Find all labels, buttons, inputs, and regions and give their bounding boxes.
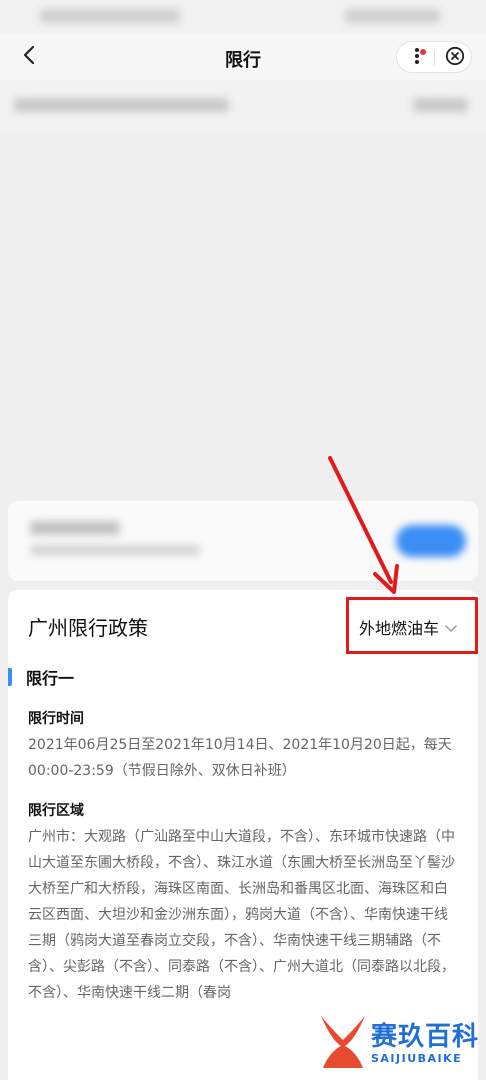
area-text: 广州市：大观路（广汕路至中山大道段，不含）、东环城市快速路（中山大道至东圃大桥段… — [28, 829, 455, 1001]
status-bar-right-blurred — [345, 9, 440, 23]
watermark: 赛玖百科 SAIJIUBAIKE — [315, 1010, 480, 1074]
time-heading: 限行时间 — [28, 711, 84, 727]
more-button[interactable] — [403, 44, 431, 72]
status-bar-left-blurred — [40, 9, 180, 23]
close-button[interactable] — [441, 44, 469, 72]
watermark-subtitle: SAIJIUBAIKE — [371, 1052, 463, 1065]
watermark-title: 赛玖百科 — [371, 1022, 480, 1052]
nav-bar: 限行 — [0, 34, 486, 80]
reminder-card — [8, 501, 478, 581]
notification-dot — [420, 49, 426, 55]
mini-program-capsule — [396, 41, 472, 73]
city-header-row — [0, 80, 486, 132]
capsule-divider — [434, 50, 435, 66]
city-selector-blurred[interactable] — [413, 98, 468, 112]
time-text: 2021年06月25日至2021年10月14日、2021年10月20日起，每天0… — [28, 737, 452, 779]
whale-tail-logo — [321, 1016, 365, 1068]
section-title: 限行一 — [26, 669, 75, 688]
highlight-box — [346, 597, 478, 654]
reminder-desc-blurred — [30, 545, 200, 555]
reminder-button-blurred[interactable] — [396, 525, 466, 557]
map-area — [0, 132, 486, 497]
status-bar — [0, 0, 486, 34]
close-circle-icon — [445, 46, 465, 70]
policy-title: 广州限行政策 — [28, 616, 148, 640]
reminder-title-blurred — [30, 521, 120, 535]
policy-card: 广州限行政策 外地燃油车 限行一 限行时间 2021年06月25日至2021年1… — [8, 590, 478, 1080]
area-heading: 限行区域 — [28, 803, 84, 819]
section-header: 限行一 — [8, 665, 74, 689]
section-accent-bar — [8, 668, 12, 686]
location-text-blurred — [14, 98, 229, 112]
